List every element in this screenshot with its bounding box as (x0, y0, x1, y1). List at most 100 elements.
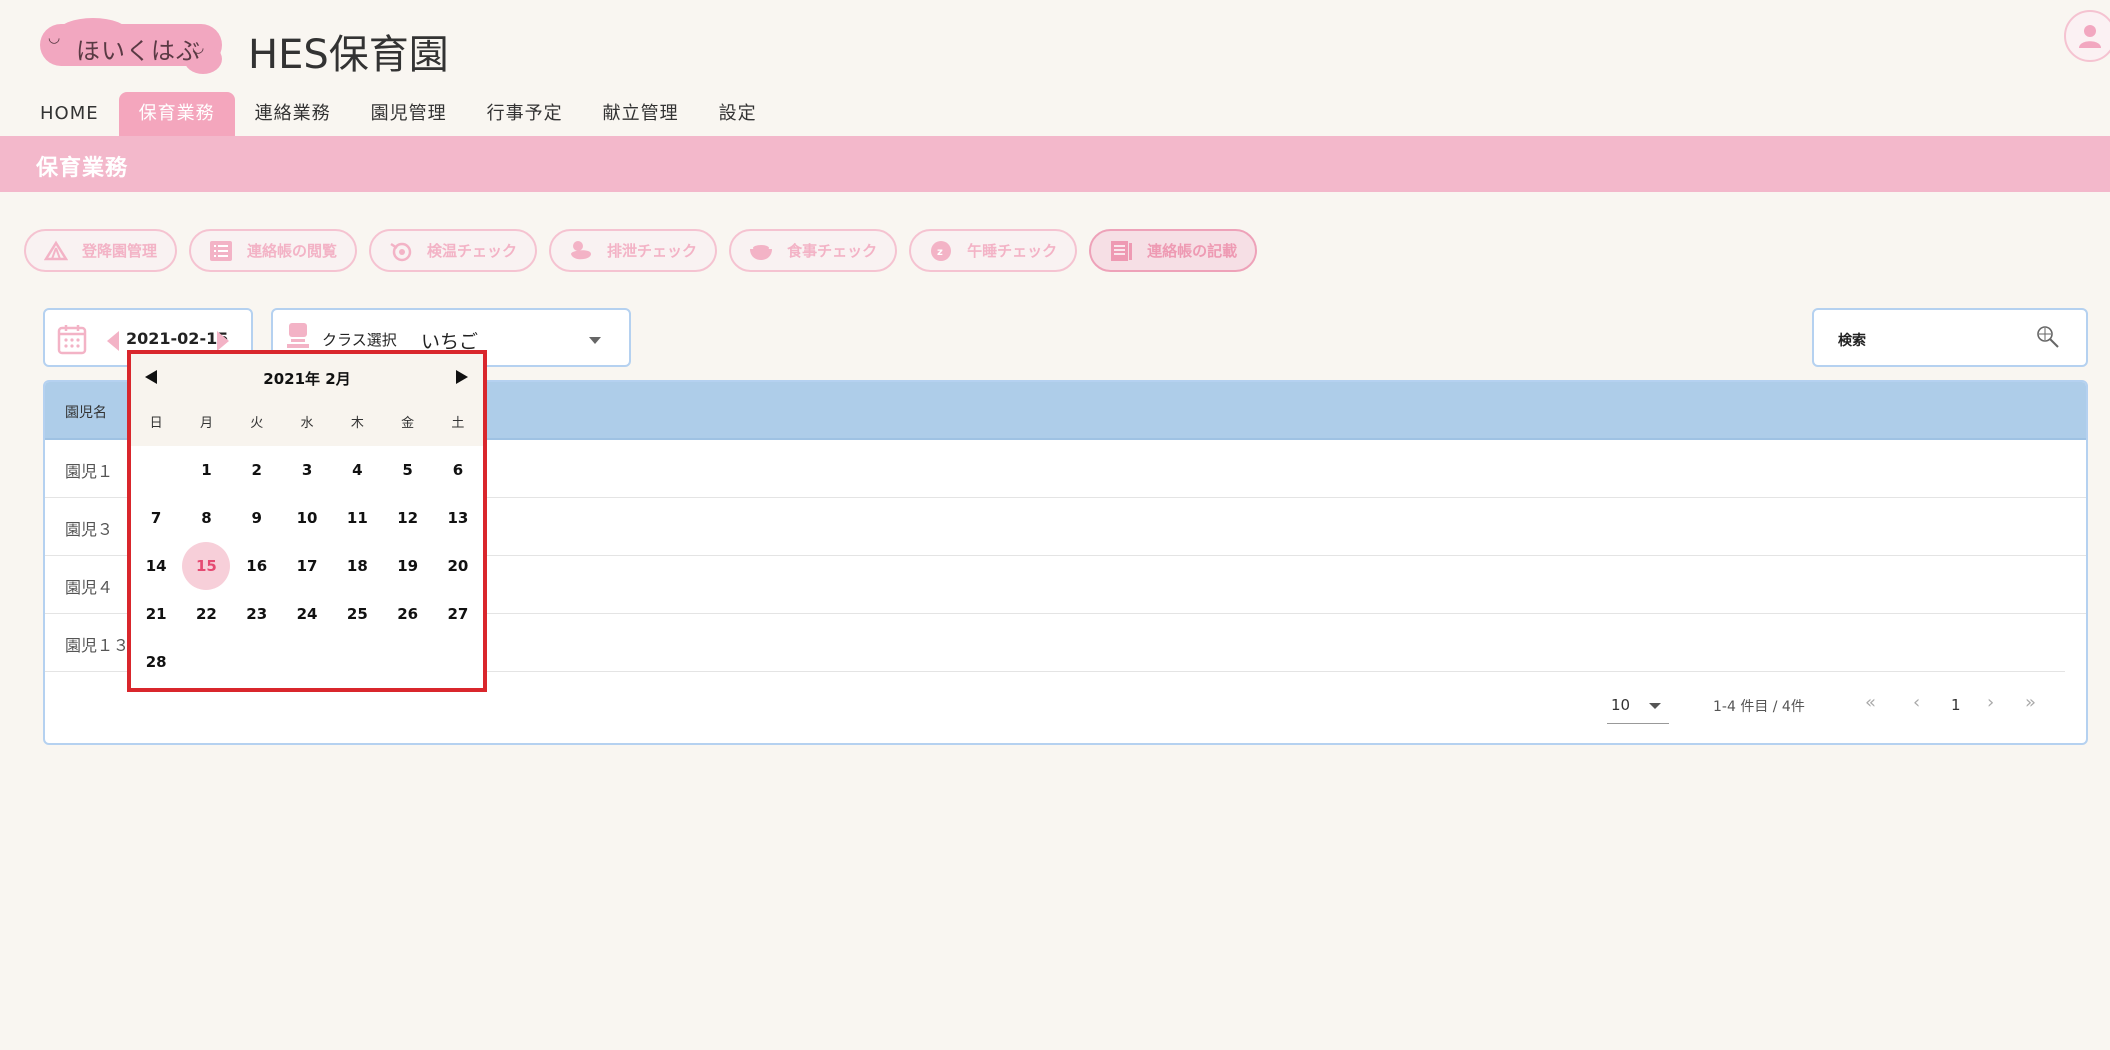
notebook-icon (1111, 240, 1133, 261)
previous-date-arrow[interactable] (107, 331, 119, 351)
nav-renraku[interactable]: 連絡業務 (235, 92, 351, 136)
calendar-day-number: 13 (447, 509, 469, 527)
nav-gyoji[interactable]: 行事予定 (467, 92, 583, 136)
search-field[interactable]: 検索 (1812, 308, 2088, 367)
nav-settings[interactable]: 設定 (699, 92, 777, 136)
list-icon (210, 240, 233, 261)
calendar-day[interactable]: 17 (282, 542, 332, 590)
write-notebook-label: 連絡帳の記載 (1147, 242, 1238, 260)
calendar-day[interactable]: 13 (433, 494, 483, 542)
calendar-day[interactable]: 19 (382, 542, 432, 590)
nav-hoiku[interactable]: 保育業務 (118, 92, 235, 136)
weekday-header: 日月火水木金土 (131, 402, 483, 446)
main-nav: HOME 保育業務 連絡業務 園児管理 行事予定 献立管理 設定 (20, 92, 777, 136)
calendar-day[interactable]: 5 (382, 446, 432, 494)
weekday-label: 木 (350, 416, 364, 431)
app-logo[interactable]: ◡ ほいくはぶ ◡ (40, 18, 222, 74)
calendar-day[interactable]: 3 (282, 446, 332, 494)
calendar-month-label: 2021年 2月 (263, 370, 351, 388)
calendar-day-number: 12 (397, 509, 419, 527)
classroom-icon (287, 323, 309, 348)
calendar-header: 2021年 2月 (131, 354, 483, 402)
calendar-day[interactable]: 18 (332, 542, 382, 590)
site-title: HES保育園 (248, 32, 449, 78)
calendar-day[interactable]: 8 (181, 494, 231, 542)
calendar-day[interactable]: 22 (181, 590, 231, 638)
toilet-check-button[interactable]: 排泄チェック (549, 229, 718, 272)
calendar-day[interactable]: 2 (232, 446, 282, 494)
last-page-icon[interactable]: » (2025, 692, 2036, 713)
nap-check-button[interactable]: z 午睡チェック (909, 229, 1078, 272)
calendar-day[interactable]: 14 (131, 542, 181, 590)
calendar-day[interactable]: 9 (232, 494, 282, 542)
attendance-button[interactable]: 登降園管理 (24, 229, 178, 272)
calendar-day-number: 15 (182, 542, 231, 590)
calendar-day[interactable]: 27 (433, 590, 483, 638)
duck-icon (571, 240, 592, 259)
next-month-icon[interactable] (456, 370, 468, 384)
meal-check-button[interactable]: 食事チェック (729, 229, 898, 272)
rows-per-page-value: 10 (1611, 696, 1631, 714)
search-icon[interactable] (2036, 325, 2060, 349)
calendar-day-number: 23 (246, 605, 268, 623)
temperature-check-label: 検温チェック (427, 242, 518, 260)
calendar-day-number: 3 (301, 461, 313, 479)
nav-kondate[interactable]: 献立管理 (583, 92, 699, 136)
logo-face-right: ◡ (192, 40, 205, 56)
weekday-label: 日 (149, 416, 163, 431)
bowl-icon (750, 244, 773, 260)
attendance-label: 登降園管理 (82, 242, 158, 260)
pagination-range: 1-4 件目 / 4件 (1713, 699, 1805, 715)
calendar-day-number: 21 (145, 605, 167, 623)
calendar-day[interactable]: 6 (433, 446, 483, 494)
nap-check-label: 午睡チェック (967, 242, 1058, 260)
column-header-name[interactable]: 園児名 (65, 402, 107, 422)
weekday-label: 火 (250, 416, 264, 431)
calendar-day-number: 18 (346, 557, 368, 575)
calendar-day[interactable]: 26 (382, 590, 432, 638)
calendar-day[interactable]: 1 (181, 446, 231, 494)
view-notebook-button[interactable]: 連絡帳の閲覧 (189, 229, 358, 272)
calendar-day[interactable]: 28 (131, 638, 181, 686)
calendar-day[interactable]: 20 (433, 542, 483, 590)
class-select-label: クラス選択 (322, 331, 397, 349)
previous-page-icon[interactable]: ‹ (1913, 692, 1920, 713)
calendar-day[interactable]: 4 (332, 446, 382, 494)
calendar-day-number: 28 (145, 653, 167, 671)
next-page-icon[interactable]: › (1987, 692, 1994, 713)
rows-per-page-select[interactable]: 10 (1607, 690, 1669, 724)
next-date-arrow[interactable] (217, 331, 229, 351)
logo-text: ほいくはぶ (76, 37, 201, 65)
calendar-day[interactable]: 12 (382, 494, 432, 542)
logo-face-left: ◡ (48, 30, 61, 46)
weekday-label: 金 (401, 416, 415, 431)
calendar-day-number: 1 (201, 461, 212, 479)
write-notebook-button[interactable]: 連絡帳の記載 (1089, 229, 1258, 272)
calendar-day[interactable]: 11 (332, 494, 382, 542)
first-page-icon[interactable]: « (1865, 692, 1876, 713)
calendar-day-number: 7 (150, 509, 162, 527)
nav-enji[interactable]: 園児管理 (351, 92, 467, 136)
calendar-day-selected[interactable]: 15 (181, 542, 231, 590)
calendar-day[interactable]: 23 (232, 590, 282, 638)
calendar-day-number: 16 (246, 557, 268, 575)
calendar-day[interactable]: 16 (232, 542, 282, 590)
user-menu-button[interactable] (2064, 10, 2110, 62)
calendar-day[interactable]: 7 (131, 494, 181, 542)
calendar-day[interactable]: 21 (131, 590, 181, 638)
calendar-day[interactable]: 25 (332, 590, 382, 638)
temperature-check-button[interactable]: 検温チェック (369, 229, 538, 272)
calendar-icon[interactable] (57, 323, 87, 355)
tent-icon (44, 240, 68, 260)
current-page[interactable]: 1 (1951, 696, 1961, 714)
calendar-day[interactable]: 24 (282, 590, 332, 638)
calendar-day-number: 20 (447, 557, 469, 575)
chevron-down-icon (1649, 703, 1661, 709)
function-buttons: 登降園管理 連絡帳の閲覧 検温チェック 排泄チェック 食事チェック z 午睡チェ… (24, 229, 1258, 272)
calendar-day[interactable]: 10 (282, 494, 332, 542)
toilet-check-label: 排泄チェック (607, 242, 698, 260)
nav-home[interactable]: HOME (20, 92, 119, 136)
child-name: 園児１ (65, 462, 114, 481)
calendar-day-number: 4 (352, 461, 363, 479)
calendar-day-number: 11 (346, 509, 368, 527)
